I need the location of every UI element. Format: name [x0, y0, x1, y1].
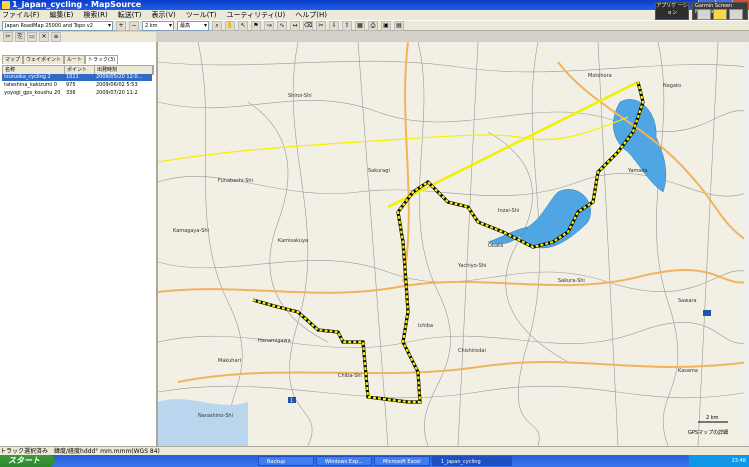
map-label: Chishirodai	[458, 348, 486, 354]
screen-manager[interactable]: Garmin Screen Manager	[692, 2, 748, 20]
camera-icon[interactable]	[729, 9, 743, 20]
map-product-select[interactable]: Japan RoadMap 25000 and Topo v2	[2, 20, 113, 31]
map-label: Funabashi-Shi	[218, 178, 253, 184]
divide-tool-icon[interactable]: ✂	[316, 20, 326, 31]
major-roads	[158, 42, 749, 383]
cut-icon[interactable]: ✂	[3, 32, 13, 42]
list-item[interactable]: tsuruoka_cycling 2 1011 2009/05/20 12:0…	[2, 74, 152, 81]
taskbar: スタート Backup Windows Exp... Microsoft Exc…	[0, 455, 749, 467]
main-toolbar: Japan RoadMap 25000 and Topo v2 + − 2 km…	[0, 20, 749, 31]
map-view[interactable]: Shiroi-Shi Funabashi-Shi Kamagaya-Shi Ya…	[158, 42, 749, 446]
map-label: Obata	[488, 243, 503, 249]
column-name[interactable]: 名称	[3, 66, 65, 74]
start-button[interactable]: スタート	[0, 455, 55, 467]
app-icon	[2, 1, 10, 9]
sea	[158, 399, 248, 446]
column-start[interactable]: 出発時刻	[95, 66, 153, 74]
copy-icon[interactable]: ⎘	[15, 32, 25, 42]
system-tray: 23:48	[689, 455, 749, 467]
open-icon[interactable]: ▤	[394, 20, 404, 31]
clock: 23:48	[731, 458, 746, 464]
list-item[interactable]: tateshina_kakizumi 0 975 2009/06/02 5:53	[2, 82, 152, 89]
map-label: Ichiba	[418, 323, 433, 329]
gps-app-button[interactable]: アプリケ ーション	[655, 2, 689, 20]
map-icon[interactable]: ▦	[355, 20, 365, 31]
folder-icon[interactable]	[713, 9, 727, 20]
map-label: Kamisakuya	[278, 238, 308, 244]
map-label: Sakura-Shi	[558, 278, 585, 284]
map-label: Chiba-Shi	[338, 373, 362, 379]
monitor-icon[interactable]	[697, 9, 711, 20]
detail-label: GPSマップの詳細	[688, 429, 728, 436]
menu-utility[interactable]: ユーティリティ(U)	[226, 10, 285, 20]
map-label: Hanamigawa	[258, 338, 291, 344]
print-icon[interactable]: ⎙	[368, 20, 378, 31]
scale-select[interactable]: 2 km	[142, 20, 174, 31]
map-label: Sakuragi	[368, 168, 390, 174]
tab-routes[interactable]: ルート	[64, 55, 86, 64]
title-bar: 1_japan_cycling - MapSource _ □ ×	[0, 0, 749, 10]
gps-receive-icon[interactable]: ⇩	[329, 20, 339, 31]
paste-icon[interactable]: ▭	[27, 32, 37, 42]
minor-roads	[158, 42, 749, 446]
map-label: Shiroi-Shi	[288, 93, 312, 99]
panel-toolbar: ✂ ⎘ ▭ ✕ ≡	[0, 32, 156, 42]
select-tool-icon[interactable]: ↖	[238, 20, 248, 31]
map-label: Yachiyo-Shi	[457, 263, 486, 269]
menu-file[interactable]: ファイル(F)	[2, 10, 40, 20]
map-label: Inzai-Shi	[498, 208, 519, 214]
map-label: Sawara	[678, 298, 697, 304]
delete-icon[interactable]: ✕	[39, 32, 49, 42]
route-tool-icon[interactable]: ↝	[264, 20, 274, 31]
map-label: Narashino-Shi	[198, 413, 233, 419]
map-label: Kamagaya-Shi	[173, 228, 209, 234]
track-tool-icon[interactable]: ∿	[277, 20, 287, 31]
map-label: Yamada	[627, 168, 648, 174]
straight-track	[387, 80, 639, 209]
waypoint-tool-icon[interactable]: ⚑	[251, 20, 261, 31]
properties-icon[interactable]: ≡	[51, 32, 61, 42]
erase-tool-icon[interactable]: ⌫	[303, 20, 313, 31]
map-scrollbar[interactable]	[744, 42, 749, 446]
track-line	[158, 116, 629, 163]
zoom-out-icon[interactable]: −	[129, 20, 139, 31]
taskbar-item-explorer[interactable]: Windows Exp...	[316, 456, 372, 466]
menu-search[interactable]: 検索(R)	[83, 10, 107, 20]
zoom-in-icon[interactable]: +	[116, 20, 126, 31]
data-panel: マップ ウェイポイント ルート トラック(3) 名称 ポイント 出発時刻 tsu…	[0, 42, 158, 446]
column-points[interactable]: ポイント	[65, 66, 95, 74]
window-title: 1_japan_cycling - MapSource	[12, 0, 142, 9]
map-canvas[interactable]: Shiroi-Shi Funabashi-Shi Kamagaya-Shi Ya…	[158, 42, 749, 446]
measure-tool-icon[interactable]: ↔	[290, 20, 300, 31]
route-number: 1	[290, 398, 293, 404]
save-icon[interactable]: ▣	[381, 20, 391, 31]
taskbar-item-excel[interactable]: Microsoft Excel	[374, 456, 430, 466]
tab-waypoints[interactable]: ウェイポイント	[23, 55, 65, 64]
menu-transfer[interactable]: 転送(T)	[118, 10, 142, 20]
tab-map[interactable]: マップ	[2, 55, 24, 64]
detail-select[interactable]: 最高	[177, 20, 209, 31]
zoom-tool-icon[interactable]: ⌕	[212, 20, 222, 31]
map-label: Nagato	[663, 83, 681, 89]
map-label: Kasama	[678, 368, 698, 374]
menu-tools[interactable]: ツール(T)	[186, 10, 217, 20]
tab-tracks[interactable]: トラック(3)	[85, 55, 119, 64]
menu-bar: ファイル(F) 編集(E) 検索(R) 転送(T) 表示(V) ツール(T) ユ…	[0, 10, 749, 20]
hand-tool-icon[interactable]: ✋	[225, 20, 235, 31]
map-label: Makuhari	[218, 358, 241, 364]
status-text: トラック選択済み 緯度/経度hddd° mm.mmm(WGS 84)	[0, 448, 160, 455]
cycling-track	[252, 81, 645, 404]
taskbar-item-backup[interactable]: Backup	[258, 456, 314, 466]
taskbar-item-mapsource[interactable]: 1_japan_cycling	[432, 456, 512, 466]
menu-help[interactable]: ヘルプ(H)	[295, 10, 327, 20]
scale-label: 2 km	[706, 415, 719, 421]
route-shield-icon	[703, 310, 711, 316]
menu-edit[interactable]: 編集(E)	[50, 10, 74, 20]
gps-send-icon[interactable]: ⇧	[342, 20, 352, 31]
map-label: Motohora	[588, 73, 612, 79]
list-item[interactable]: yoyogi_gps_koushu 20 336 2009/07/20 11:2	[2, 90, 152, 97]
menu-view[interactable]: 表示(V)	[151, 10, 175, 20]
